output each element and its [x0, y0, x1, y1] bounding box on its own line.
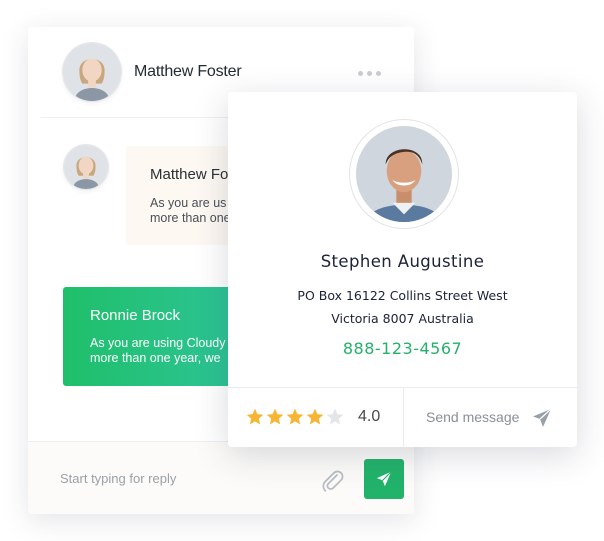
star-icon	[286, 408, 304, 425]
woman-avatar-icon	[64, 145, 108, 189]
profile-card: Stephen Augustine PO Box 16122 Collins S…	[228, 92, 577, 448]
send-icon	[376, 471, 392, 487]
profile-address-line1: PO Box 16122 Collins Street West	[297, 288, 508, 303]
message-sender: Ronnie Brock	[90, 307, 181, 324]
star-icon	[306, 408, 324, 425]
send-message-label: Send message	[426, 409, 520, 425]
man-avatar-icon	[356, 126, 452, 222]
reply-composer	[28, 441, 414, 514]
profile-footer: 4.0 Send message	[228, 387, 577, 448]
send-message-button[interactable]: Send message	[404, 388, 577, 448]
paperclip-icon[interactable]	[320, 467, 344, 493]
contact-avatar[interactable]	[63, 43, 121, 101]
contact-name: Matthew Foster	[134, 63, 242, 80]
star-icon	[266, 408, 284, 425]
star-icon	[246, 408, 264, 425]
profile-name: Stephen Augustine	[320, 252, 485, 271]
profile-address-line2: Victoria 8007 Australia	[331, 311, 474, 326]
paper-plane-icon	[533, 408, 552, 427]
send-button[interactable]	[364, 459, 404, 499]
star-icon	[326, 408, 344, 425]
profile-avatar-ring	[349, 119, 459, 229]
more-horizontal-icon[interactable]	[358, 69, 382, 77]
rating-stars	[245, 407, 345, 427]
profile-phone[interactable]: 888-123-4567	[228, 339, 577, 358]
reply-input[interactable]	[58, 470, 312, 487]
rating: 4.0	[228, 388, 404, 448]
message-avatar	[64, 145, 108, 189]
message-sender: Matthew Fo	[150, 166, 229, 183]
profile-avatar	[356, 126, 452, 222]
rating-value: 4.0	[358, 408, 381, 425]
woman-avatar-icon	[63, 43, 121, 101]
